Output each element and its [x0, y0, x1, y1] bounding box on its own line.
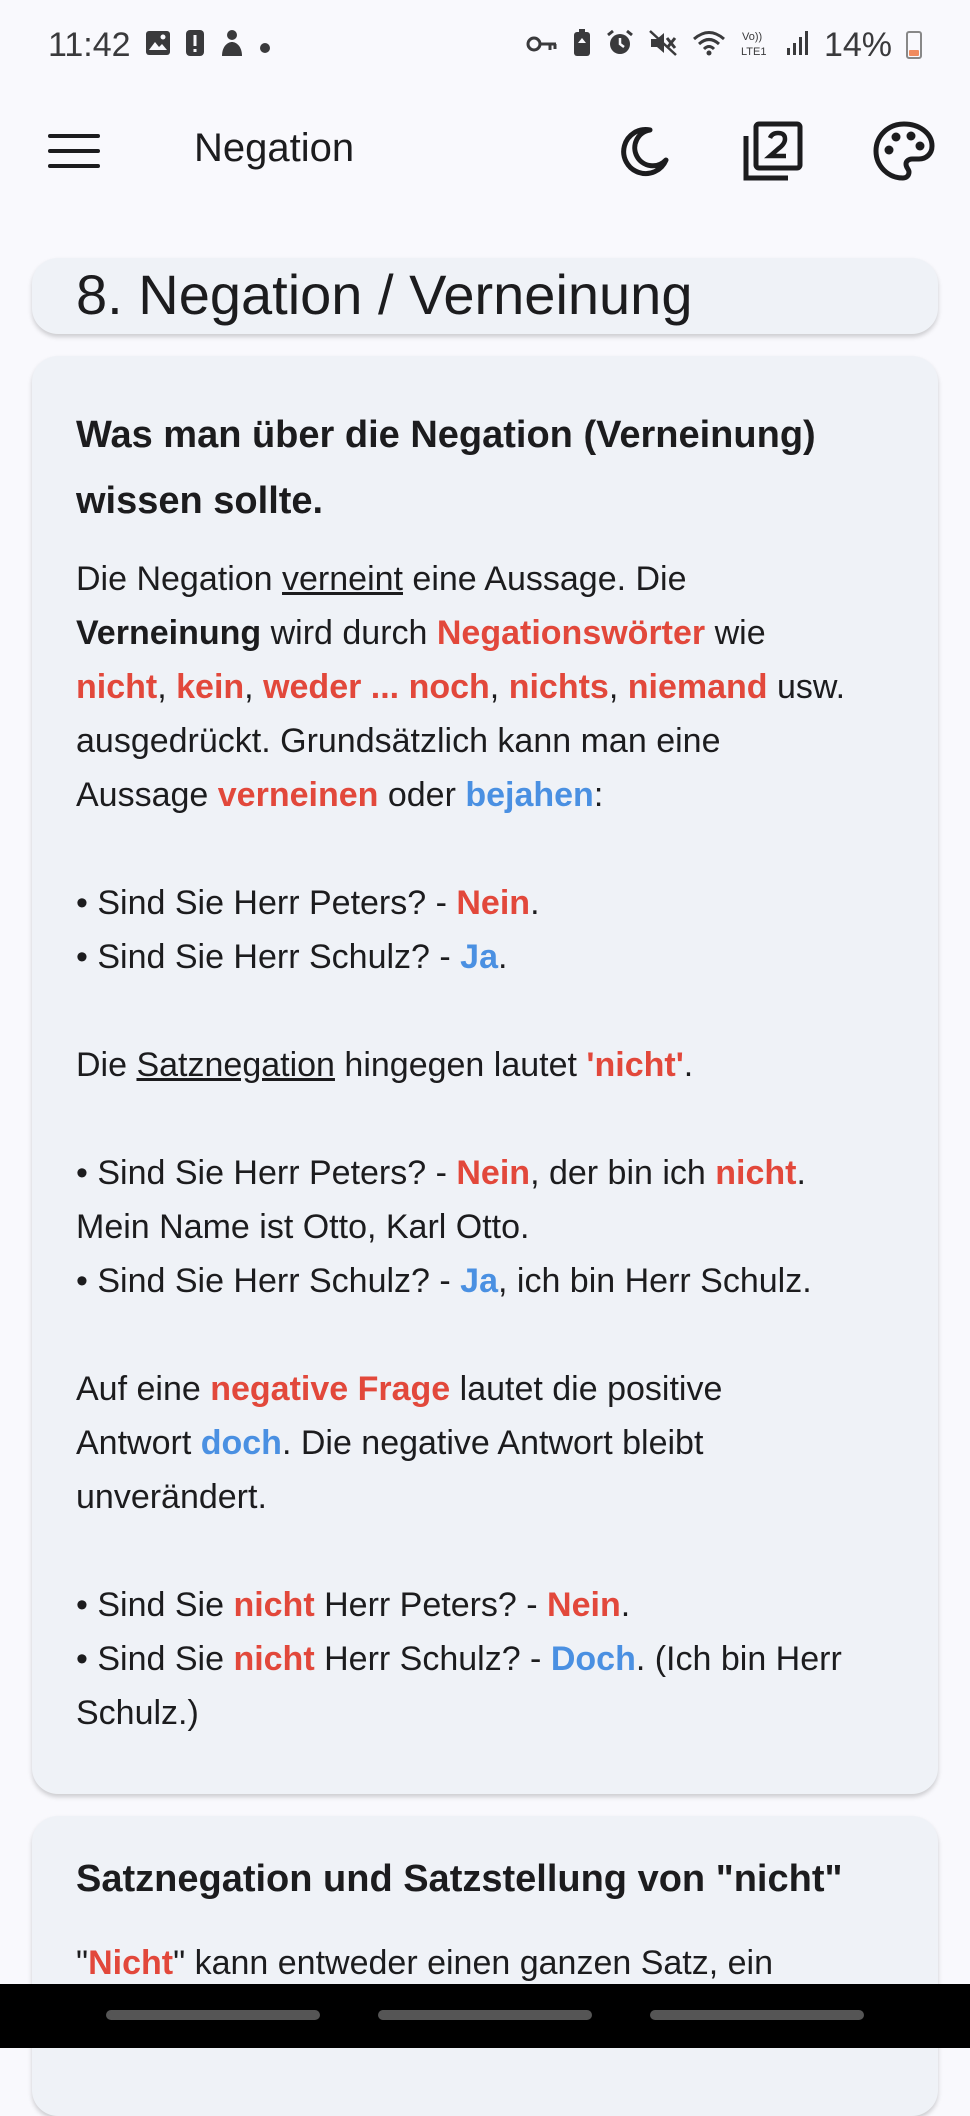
mute-icon — [648, 29, 678, 62]
level-2-icon[interactable] — [740, 120, 804, 184]
wifi-icon — [692, 29, 726, 62]
text-line: Verneinung wird durch Negationswörter wi… — [76, 614, 766, 652]
example-line: • Sind Sie Herr Schulz? - Ja. — [76, 938, 508, 976]
card-heading-line: wissen sollte. — [76, 480, 324, 522]
example-line: • Sind Sie Herr Schulz? - Ja, ich bin He… — [76, 1262, 812, 1300]
text-line: Auf eine negative Frage lautet die posit… — [76, 1370, 723, 1408]
clock: 11:42 — [48, 25, 131, 64]
alarm-icon — [606, 29, 634, 62]
palette-icon[interactable] — [872, 120, 936, 184]
section-card: Satznegation und Satzstellung von "nicht… — [32, 1816, 938, 2116]
nav-handle[interactable] — [650, 2010, 864, 2020]
status-bar: 11:42 Vo)) LTE1 14% — [0, 0, 970, 90]
battery-icon — [906, 31, 922, 59]
example-line: • Sind Sie nicht Herr Peters? - Nein. — [76, 1586, 631, 1624]
chapter-card: 8. Negation / Verneinung — [32, 258, 938, 334]
image-icon — [145, 30, 171, 61]
text-line: unverändert. — [76, 1478, 267, 1516]
example-line: • Sind Sie nicht Herr Schulz? - Doch. (I… — [76, 1640, 842, 1678]
section-heading: Satznegation und Satzstellung von "nicht… — [76, 1858, 843, 1900]
text-line: nicht, kein, weder ... noch, nichts, nie… — [76, 668, 846, 706]
text-line: Die Negation verneint eine Aussage. Die — [76, 560, 687, 598]
card-body: Die Negation verneint eine Aussage. Die … — [76, 552, 956, 1740]
system-nav-bar — [0, 1984, 970, 2048]
app-title: Negation — [194, 126, 355, 170]
svg-text:LTE1: LTE1 — [741, 46, 766, 58]
text-line: Antwort doch. Die negative Antwort bleib… — [76, 1424, 704, 1462]
nav-handle[interactable] — [378, 2010, 592, 2020]
volte-icon: Vo)) LTE1 — [740, 28, 772, 63]
battery-percent: 14% — [823, 25, 892, 64]
example-line: Schulz.) — [76, 1694, 199, 1732]
menu-icon[interactable] — [48, 134, 100, 170]
card-heading: Was man über die Negation (Verneinung) w… — [76, 402, 956, 534]
app-bar: Negation — [0, 90, 970, 215]
text-line: Aussage verneinen oder bejahen: — [76, 776, 604, 814]
svg-text:Vo)): Vo)) — [742, 31, 762, 43]
battery-saver-icon — [572, 28, 592, 62]
key-icon — [526, 31, 558, 59]
text-line: ausgedrückt. Grundsätzlich kann man eine — [76, 722, 721, 760]
text-line: Die Satznegation hingegen lautet 'nicht'… — [76, 1046, 694, 1084]
nav-handle[interactable] — [106, 2010, 320, 2020]
signal-icon — [786, 30, 810, 61]
example-line: • Sind Sie Herr Peters? - Nein, der bin … — [76, 1154, 806, 1192]
content-card: Was man über die Negation (Verneinung) w… — [32, 356, 938, 1794]
section-text: "Nicht" kann entweder einen ganzen Satz,… — [76, 1944, 774, 1982]
dark-mode-icon[interactable] — [612, 120, 676, 184]
card-heading-line: Was man über die Negation (Verneinung) — [76, 414, 816, 456]
chapter-title: 8. Negation / Verneinung — [76, 263, 693, 326]
example-line: Mein Name ist Otto, Karl Otto. — [76, 1208, 530, 1246]
alert-icon — [185, 29, 205, 62]
person-icon — [219, 29, 245, 62]
example-line: • Sind Sie Herr Peters? - Nein. — [76, 884, 540, 922]
dot-icon — [259, 31, 271, 59]
